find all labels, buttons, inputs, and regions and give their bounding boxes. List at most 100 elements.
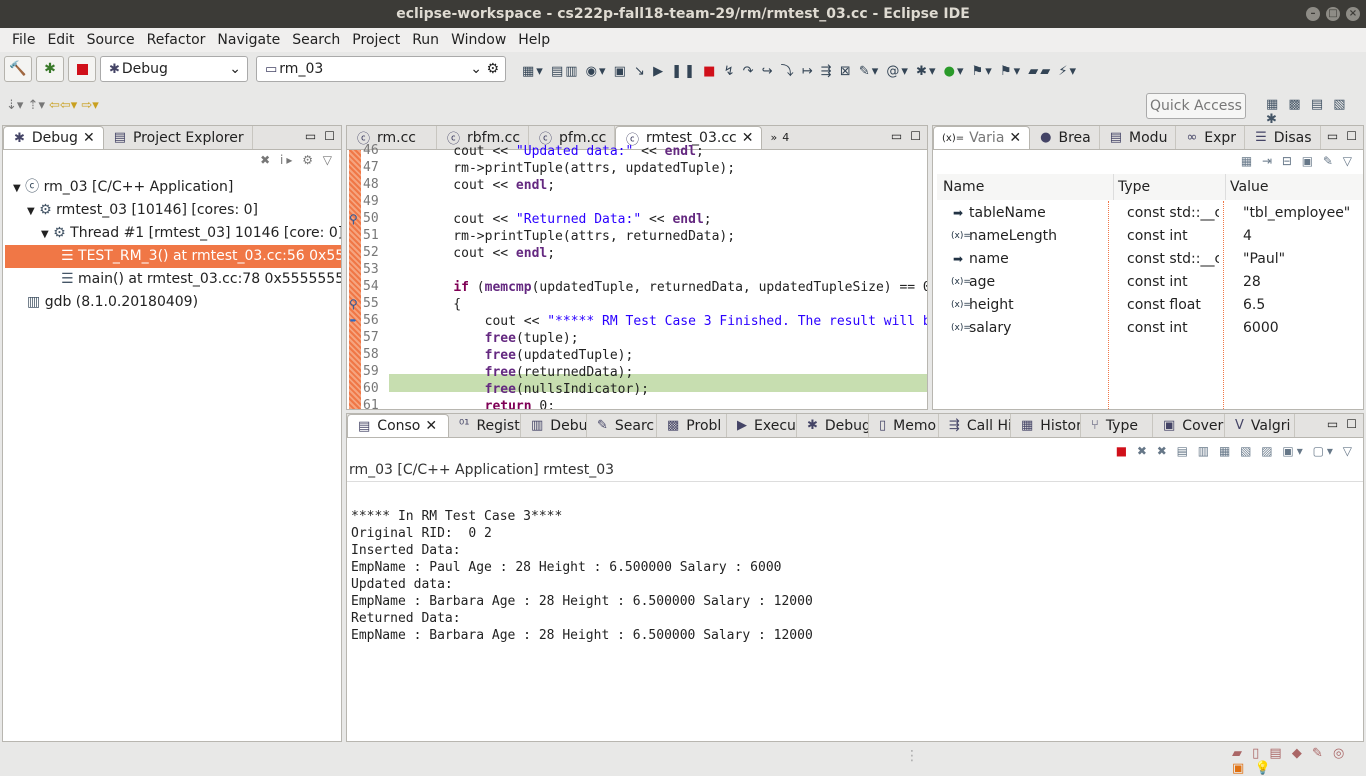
variable-value[interactable]: 6.5 — [1243, 294, 1265, 317]
debug-toolbar-icons[interactable]: ▦▾ ▤▥ ◉▾ ▣ ↘ ▶ ❚❚ ■ ↯ ↷ ↪ ⤵ ↦ ⇶ ⊠ ✎▾ @▾ … — [522, 60, 1078, 79]
console-tab[interactable]: ▣ Cover — [1153, 414, 1225, 437]
debug-view-toolbar[interactable]: ✖ i▸ ⚙ ▽ — [260, 153, 335, 167]
console-tab[interactable]: ⇶ Call Hi — [939, 414, 1011, 437]
column-value[interactable]: Value — [1225, 174, 1268, 200]
debug-tree-item[interactable]: ▼ ⚙ rmtest_03 [10146] [cores: 0] — [5, 199, 341, 222]
console-tab[interactable]: ▯ Memo — [869, 414, 939, 437]
variable-value[interactable]: 28 — [1243, 271, 1261, 294]
tab-expressions[interactable]: ∞ Expr — [1176, 126, 1246, 149]
menu-run[interactable]: Run — [406, 28, 445, 52]
launch-config-combo[interactable]: ▭ rm_03 ⌄ ⚙ — [256, 56, 506, 82]
expand-icon[interactable]: ▼ — [27, 206, 35, 217]
tab-disassembly[interactable]: ☰ Disas — [1245, 126, 1321, 149]
menu-refactor[interactable]: Refactor — [141, 28, 212, 52]
minimize-icon[interactable]: ▭ — [305, 129, 316, 143]
close-icon[interactable]: ✕ — [425, 418, 437, 434]
breakpoint-icon[interactable]: ⚲ — [349, 212, 358, 226]
expand-icon[interactable]: ▼ — [41, 229, 49, 240]
variable-value[interactable]: 6000 — [1243, 317, 1279, 340]
maximize-icon[interactable]: ☐ — [910, 129, 921, 143]
variable-row[interactable]: (x)= height const float 6.5 — [933, 294, 1363, 317]
console-tab[interactable]: ✎ Searc — [587, 414, 657, 437]
code-line[interactable]: rm->printTuple(attrs, updatedTuple); — [422, 160, 735, 177]
code-line[interactable]: cout << "Updated data:" << endl; — [422, 143, 703, 160]
code-line[interactable]: cout << endl; — [422, 177, 555, 194]
variable-row[interactable]: ➡ tableName const std::__cx "tbl_employee" — [933, 202, 1363, 225]
code-line[interactable]: free(tuple); — [422, 330, 579, 347]
minimize-button[interactable]: – — [1306, 7, 1320, 21]
quick-access-input[interactable]: Quick Access — [1146, 93, 1246, 119]
minimize-icon[interactable]: ▭ — [1327, 129, 1338, 143]
variable-value[interactable]: "tbl_employee" — [1243, 202, 1350, 225]
close-button[interactable]: × — [1346, 7, 1360, 21]
console-tab[interactable]: ⁰¹ Regist — [449, 414, 521, 437]
variable-value[interactable]: "Paul" — [1243, 248, 1285, 271]
menu-search[interactable]: Search — [286, 28, 346, 52]
maximize-icon[interactable]: ☐ — [324, 129, 335, 143]
console-tab[interactable]: ▩ Probl — [657, 414, 727, 437]
debug-tree-item[interactable]: ▼ ⓒ rm_03 [C/C++ Application] — [5, 176, 341, 199]
perspective-combo[interactable]: ✱ Debug ⌄ — [100, 56, 248, 82]
menu-project[interactable]: Project — [346, 28, 406, 52]
variable-value[interactable]: 4 — [1243, 225, 1252, 248]
code-line[interactable]: free(updatedTuple); — [422, 347, 634, 364]
code-line[interactable]: if (memcmp(updatedTuple, returnedData, u… — [422, 279, 927, 296]
column-name[interactable]: Name — [943, 174, 984, 200]
console-tab[interactable]: V Valgri — [1225, 414, 1295, 437]
tab-modules[interactable]: ▤ Modu — [1100, 126, 1177, 149]
code-line[interactable]: cout << endl; — [422, 245, 555, 262]
close-icon[interactable]: ✕ — [742, 130, 754, 146]
console-tab[interactable]: ⑂ Type — [1081, 414, 1153, 437]
code-line[interactable]: cout << "Returned Data:" << endl; — [422, 211, 711, 228]
minimize-icon[interactable]: ▭ — [891, 129, 902, 143]
maximize-icon[interactable]: ☐ — [1346, 129, 1357, 143]
perspective-switcher[interactable]: ▦ ▩ ▤ ▧ ✱ — [1266, 97, 1366, 127]
tab-variables[interactable]: (x)= Varia ✕ — [933, 126, 1031, 149]
debug-tree-item[interactable]: ▥ gdb (8.1.0.20180409) — [5, 291, 341, 314]
status-trim-icons[interactable]: ▰ ▯ ▤ ◆ ✎ ◎ ▣ 💡 — [1232, 746, 1366, 776]
tab-breakpoints[interactable]: ● Brea — [1030, 126, 1100, 149]
variable-row[interactable]: (x)= salary const int 6000 — [933, 317, 1363, 340]
close-icon[interactable]: ✕ — [83, 130, 95, 146]
console-toolbar[interactable]: ■ ✖ ✖ ▤ ▥ ▦ ▧ ▨ ▣▾ ▢▾ ▽ — [1116, 444, 1355, 458]
code-line[interactable]: free(returnedData); — [422, 364, 634, 381]
console-output[interactable]: ***** In RM Test Case 3**** Original RID:… — [347, 491, 1363, 731]
debug-tree-item[interactable]: ▼ ⚙ Thread #1 [rmtest_03] 10146 [core: 0… — [5, 222, 341, 245]
debug-button[interactable]: ✱ — [36, 56, 64, 82]
console-tab[interactable]: ✱ Debug — [797, 414, 869, 437]
expand-icon[interactable]: ▼ — [13, 183, 21, 194]
variable-row[interactable]: ➡ name const std::__cx "Paul" — [933, 248, 1363, 271]
code-line[interactable]: cout << "***** RM Test Case 3 Finished. … — [422, 313, 927, 330]
tab-debug[interactable]: ✱ Debug ✕ — [3, 126, 104, 149]
close-icon[interactable]: ✕ — [1009, 130, 1021, 146]
console-tab[interactable]: ▦ Histor — [1011, 414, 1081, 437]
debug-tree-item[interactable]: ☰ TEST_RM_3() at rmtest_03.cc:56 0x555 — [5, 245, 341, 268]
build-button[interactable]: 🔨 — [4, 56, 32, 82]
console-tab[interactable]: ▤ Conso ✕ — [347, 414, 449, 437]
variable-row[interactable]: (x)= nameLength const int 4 — [933, 225, 1363, 248]
menu-file[interactable]: File — [6, 28, 41, 52]
console-tab[interactable]: ▶ Execu — [727, 414, 797, 437]
terminate-button[interactable] — [68, 56, 96, 82]
menu-source[interactable]: Source — [81, 28, 141, 52]
variables-toolbar[interactable]: ▦ ⇥ ⊟ ▣ ✎ ▽ — [1241, 154, 1355, 168]
minimize-icon[interactable]: ▭ — [1327, 417, 1338, 431]
menu-navigate[interactable]: Navigate — [211, 28, 286, 52]
debug-tree-item[interactable]: ☰ main() at rmtest_03.cc:78 0x55555555 — [5, 268, 341, 291]
breakpoint-icon[interactable]: ⚲ — [349, 297, 358, 311]
more-tabs-button[interactable]: » 4 — [762, 126, 797, 149]
variable-row[interactable]: (x)= age const int 28 — [933, 271, 1363, 294]
code-line[interactable]: { — [422, 296, 461, 313]
maximize-button[interactable]: □ — [1326, 7, 1340, 21]
menu-edit[interactable]: Edit — [41, 28, 80, 52]
code-line[interactable]: free(nullsIndicator); — [422, 381, 649, 398]
code-line[interactable]: rm->printTuple(attrs, returnedData); — [422, 228, 735, 245]
code-line[interactable]: return 0; — [422, 398, 555, 409]
menu-help[interactable]: Help — [512, 28, 556, 52]
nav-toolbar[interactable]: ⇣▾ ⇡▾ ⇦⇦▾ ⇨▾ — [6, 92, 99, 118]
maximize-icon[interactable]: ☐ — [1346, 417, 1357, 431]
menu-window[interactable]: Window — [445, 28, 512, 52]
console-tab[interactable]: ▥ Debug — [521, 414, 587, 437]
tab-project-explorer[interactable]: ▤ Project Explorer — [104, 126, 253, 149]
column-type[interactable]: Type — [1113, 174, 1150, 200]
